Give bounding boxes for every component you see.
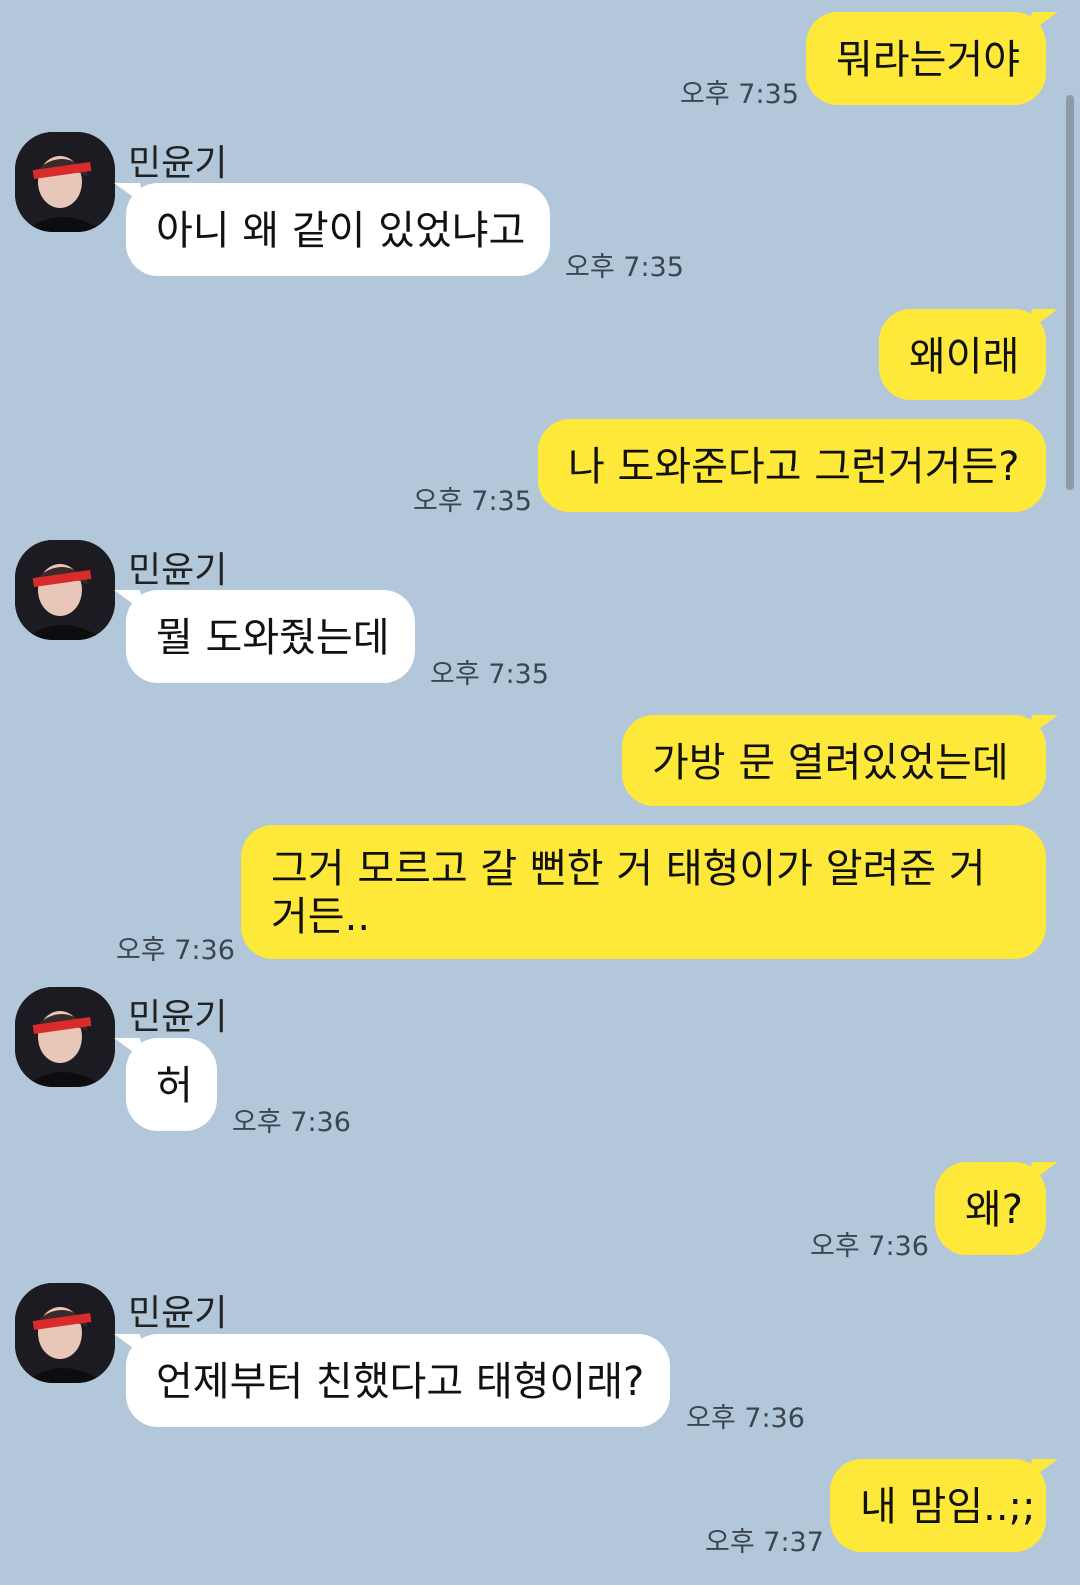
message-text: 아니 왜 같이 있었냐고 (156, 208, 526, 254)
contact-avatar[interactable] (15, 132, 115, 232)
avatar-image-icon (15, 987, 115, 1087)
message-time: 오후 7:36 (116, 935, 235, 966)
message-time: 오후 7:37 (705, 1527, 824, 1558)
message-time: 오후 7:36 (686, 1403, 805, 1434)
message-text: 왜이래 (909, 334, 1020, 380)
contact-avatar[interactable] (15, 1283, 115, 1383)
contact-name: 민윤기 (128, 550, 228, 591)
my-message-bubble[interactable]: 왜? (935, 1162, 1046, 1255)
contact-name: 민윤기 (128, 1293, 228, 1334)
my-message-bubble[interactable]: 뭐라는거야 (806, 12, 1046, 105)
message-text: 허 (156, 1063, 193, 1109)
scrollbar[interactable] (1066, 95, 1074, 490)
avatar-image-icon (15, 1283, 115, 1383)
my-message-bubble[interactable]: 나 도와준다고 그런거거든? (538, 419, 1046, 512)
message-time: 오후 7:35 (413, 486, 532, 517)
message-text: 뭐라는거야 (836, 37, 1020, 83)
contact-avatar[interactable] (15, 987, 115, 1087)
chat-area[interactable]: 뭐라는거야 오후 7:35 민윤기 아니 왜 같이 있었냐고 오후 7:35 왜… (0, 0, 1080, 1585)
contact-avatar[interactable] (15, 540, 115, 640)
message-text: 왜? (965, 1187, 1024, 1233)
contact-name: 민윤기 (128, 143, 228, 184)
message-text: 내 맘임..;; (860, 1484, 1036, 1530)
contact-message-bubble[interactable]: 뭘 도와줬는데 (126, 590, 415, 683)
message-time: 오후 7:35 (430, 659, 549, 690)
my-message-bubble[interactable]: 가방 문 열려있었는데 (622, 715, 1046, 806)
message-time: 오후 7:36 (232, 1107, 351, 1138)
contact-message-bubble[interactable]: 언제부터 친했다고 태형이래? (126, 1334, 670, 1427)
my-message-bubble[interactable]: 왜이래 (879, 309, 1046, 400)
message-text: 뭘 도와줬는데 (156, 615, 390, 661)
message-time: 오후 7:35 (680, 79, 799, 110)
contact-name: 민윤기 (128, 997, 228, 1038)
message-text: 나 도와준다고 그런거거든? (568, 444, 1020, 490)
my-message-bubble[interactable]: 내 맘임..;; (830, 1459, 1046, 1552)
my-message-bubble[interactable]: 그거 모르고 갈 뻔한 거 태형이가 알려준 거 거든.. (241, 825, 1046, 959)
message-time: 오후 7:36 (810, 1231, 929, 1262)
contact-message-bubble[interactable]: 허 (126, 1038, 217, 1131)
avatar-image-icon (15, 540, 115, 640)
message-text: 그거 모르고 갈 뻔한 거 태형이가 알려준 거 거든.. (271, 846, 986, 940)
message-text: 가방 문 열려있었는데 (652, 740, 1009, 786)
message-text: 언제부터 친했다고 태형이래? (156, 1359, 645, 1405)
message-time: 오후 7:35 (565, 252, 684, 283)
avatar-image-icon (15, 132, 115, 232)
contact-message-bubble[interactable]: 아니 왜 같이 있었냐고 (126, 183, 550, 276)
